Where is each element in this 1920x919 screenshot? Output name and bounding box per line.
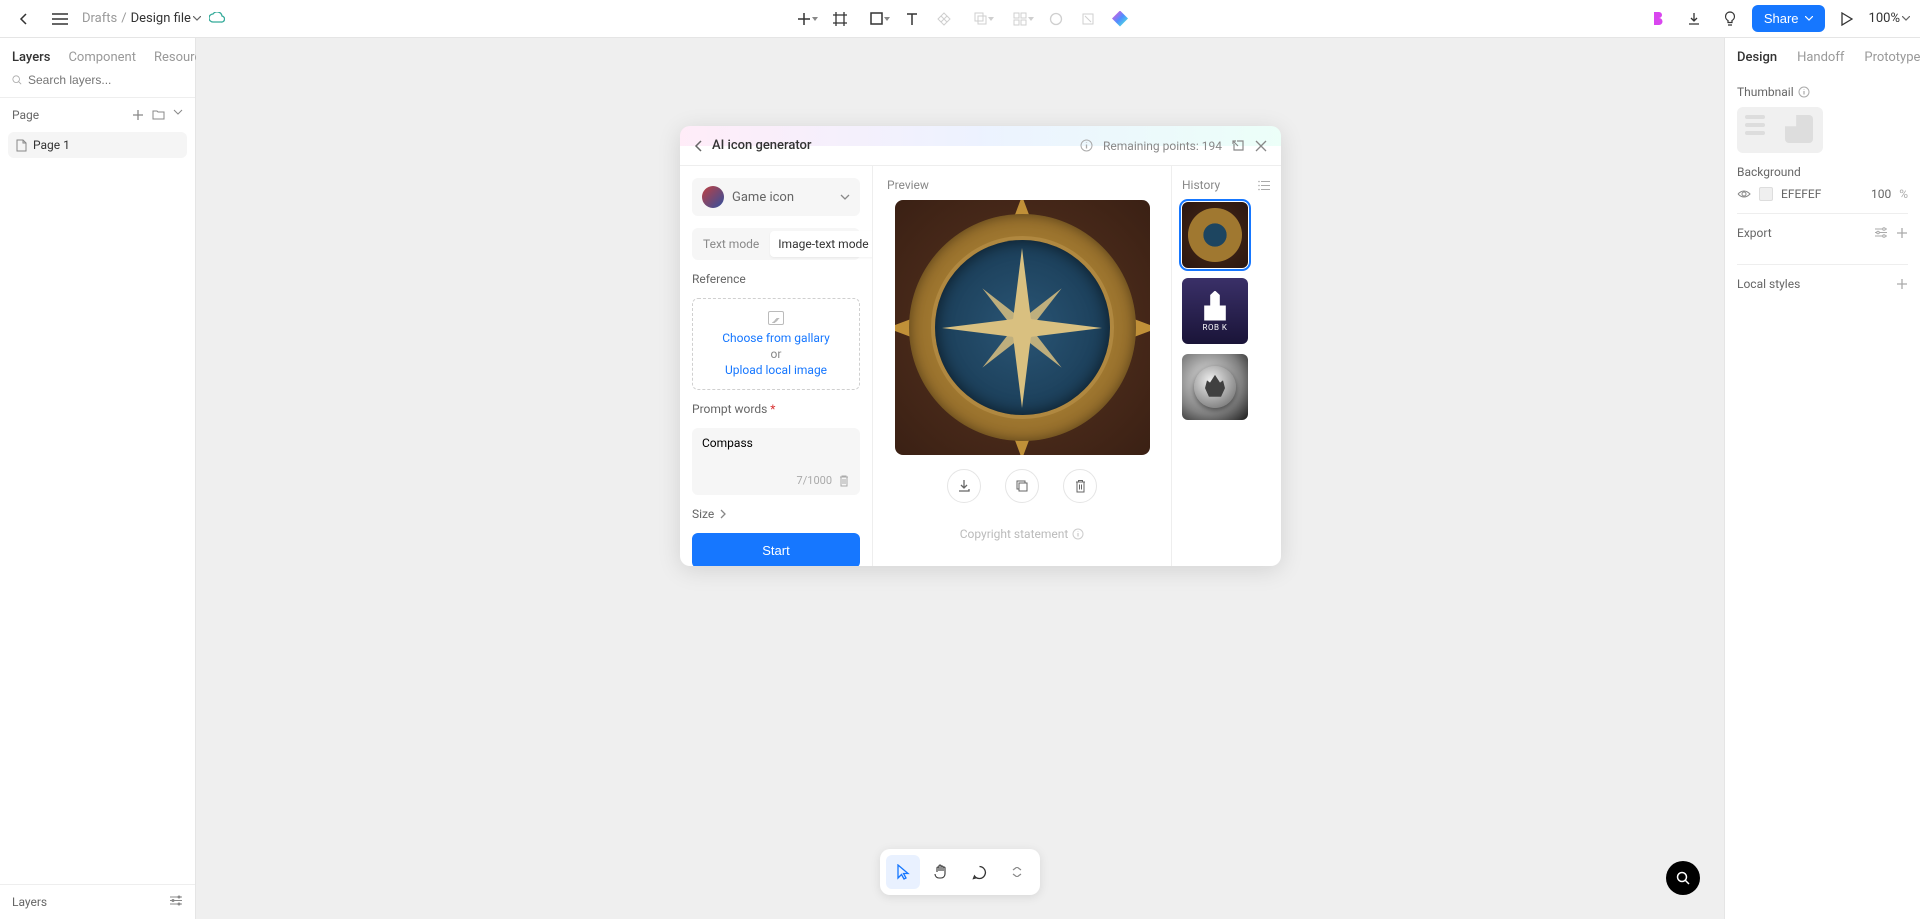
play-button[interactable] (1833, 5, 1861, 33)
back-button[interactable] (10, 5, 38, 33)
folder-icon[interactable] (152, 109, 165, 121)
layers-options-icon[interactable] (169, 895, 183, 909)
chevron-down-icon (840, 194, 850, 200)
more-tools[interactable] (1000, 855, 1034, 889)
copyright-label[interactable]: Copyright statement (960, 527, 1069, 541)
add-page-icon[interactable] (132, 109, 144, 121)
modal-back-icon[interactable] (694, 140, 704, 152)
idea-button[interactable] (1716, 5, 1744, 33)
component-tool[interactable] (930, 5, 958, 33)
shape-tool[interactable] (858, 5, 894, 33)
preview-label: Preview (887, 178, 1157, 192)
bg-swatch[interactable] (1759, 187, 1773, 201)
page-heading: Page (12, 108, 39, 122)
prompt-input[interactable] (702, 436, 850, 470)
page-icon (16, 139, 27, 152)
brand-icon[interactable] (1644, 5, 1672, 33)
comment-tool[interactable] (962, 855, 996, 889)
history-item-3[interactable] (1182, 354, 1248, 420)
bg-opacity[interactable]: 100 (1871, 187, 1891, 201)
image-placeholder-icon (768, 311, 784, 325)
download-button[interactable] (947, 469, 981, 503)
page-item[interactable]: Page 1 (8, 132, 187, 158)
start-button[interactable]: Start (692, 533, 860, 566)
bg-hex[interactable]: EFEFEF (1781, 187, 1863, 201)
ai-tool[interactable] (1106, 5, 1134, 33)
close-icon[interactable] (1255, 140, 1267, 152)
text-tool[interactable] (898, 5, 926, 33)
tab-handoff[interactable]: Handoff (1797, 50, 1844, 65)
local-styles-label: Local styles (1737, 277, 1800, 291)
style-dropdown[interactable]: Game icon (692, 178, 860, 216)
preview-image (895, 200, 1150, 455)
delete-button[interactable] (1063, 469, 1097, 503)
chevron-right-icon (720, 509, 726, 519)
frame-tool[interactable] (826, 5, 854, 33)
modal-title: AI icon generator (712, 138, 812, 153)
history-label: History (1182, 178, 1220, 192)
boolean-tool[interactable] (962, 5, 998, 33)
search-icon (12, 74, 22, 86)
share-button[interactable]: Share (1752, 5, 1825, 32)
copyright-info-icon (1072, 528, 1084, 540)
info-icon (1080, 139, 1093, 152)
import-button[interactable] (1680, 5, 1708, 33)
size-expander[interactable]: Size (692, 507, 860, 521)
remaining-points: Remaining points: 194 (1103, 139, 1222, 153)
prompt-label: Prompt words * (692, 402, 860, 416)
tab-prototype[interactable]: Prototype (1864, 50, 1920, 65)
mask-tool[interactable] (1042, 5, 1070, 33)
popout-icon[interactable] (1232, 139, 1245, 152)
visibility-icon[interactable] (1737, 189, 1751, 199)
export-settings-icon[interactable] (1874, 227, 1888, 239)
text-mode-tab[interactable]: Text mode (695, 231, 767, 257)
reference-label: Reference (692, 272, 860, 286)
clear-prompt-icon[interactable] (838, 474, 850, 487)
menu-button[interactable] (46, 5, 74, 33)
image-text-mode-tab[interactable]: Image-text mode (770, 231, 873, 257)
search-layers-input[interactable] (28, 73, 183, 87)
background-label: Background (1737, 165, 1908, 179)
tab-design[interactable]: Design (1737, 50, 1777, 65)
choose-gallery-link[interactable]: Choose from gallary (701, 331, 851, 345)
breadcrumb-drafts[interactable]: Drafts (82, 11, 117, 26)
autolayout-tool[interactable] (1002, 5, 1038, 33)
tab-component[interactable]: Component (68, 50, 136, 65)
add-export-icon[interactable] (1896, 227, 1908, 239)
hand-tool[interactable] (924, 855, 958, 889)
layers-heading: Layers (12, 895, 47, 909)
sync-icon (209, 12, 225, 26)
thumbnail-info-icon[interactable] (1798, 86, 1810, 98)
tab-layers[interactable]: Layers (12, 50, 50, 65)
copy-button[interactable] (1005, 469, 1039, 503)
add-local-style-icon[interactable] (1896, 278, 1908, 290)
collapse-icon[interactable] (173, 109, 183, 121)
export-label: Export (1737, 226, 1772, 240)
history-item-2[interactable]: ROB K (1182, 278, 1248, 344)
style-avatar-icon (702, 186, 724, 208)
add-tool[interactable] (786, 5, 822, 33)
char-count: 7/1000 (797, 474, 832, 487)
cursor-tool[interactable] (886, 855, 920, 889)
ai-icon-generator-modal: AI icon generator Remaining points: 194 … (680, 126, 1281, 566)
upload-local-link[interactable]: Upload local image (701, 363, 851, 377)
breadcrumb-file[interactable]: Design file (131, 11, 201, 26)
crop-tool[interactable] (1074, 5, 1102, 33)
reference-dropzone[interactable]: Choose from gallary or Upload local imag… (692, 298, 860, 390)
thumbnail-preview[interactable] (1737, 107, 1823, 153)
history-list-icon[interactable] (1258, 180, 1271, 191)
bottom-toolbar (880, 849, 1040, 895)
thumbnail-label: Thumbnail (1737, 85, 1794, 99)
history-item-1[interactable] (1182, 202, 1248, 268)
breadcrumb: Drafts / Design file (82, 11, 201, 26)
zoom-control[interactable]: 100% (1869, 11, 1910, 26)
search-fab[interactable] (1666, 861, 1700, 895)
